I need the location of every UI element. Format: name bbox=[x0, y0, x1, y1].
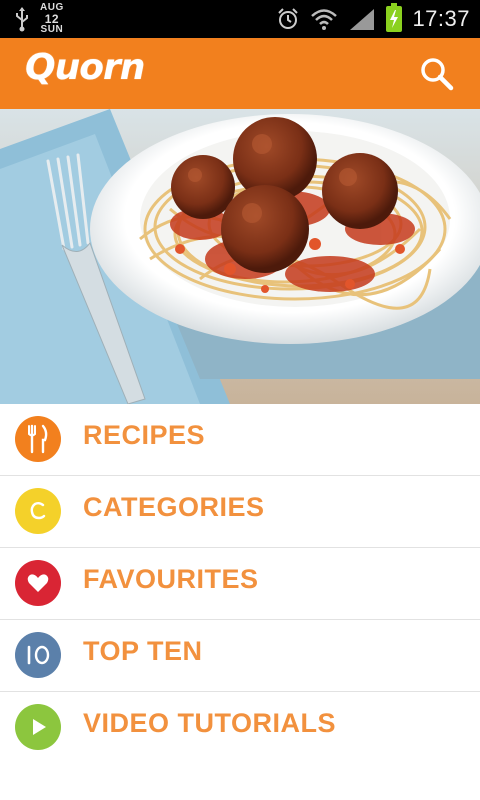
quorn-logo: Quorn bbox=[25, 47, 145, 88]
menu-item-categories[interactable]: CATEGORIES bbox=[0, 476, 480, 548]
menu-item-recipes[interactable]: RECIPES bbox=[0, 404, 480, 476]
date-weekday: SUN bbox=[40, 24, 64, 35]
menu-label-categories: CATEGORIES bbox=[83, 492, 265, 522]
usb-icon bbox=[16, 7, 28, 32]
wifi-icon bbox=[311, 9, 338, 30]
signal-icon bbox=[350, 9, 375, 30]
search-button[interactable] bbox=[418, 55, 456, 93]
spaghetti-and-meatballs-photo bbox=[0, 109, 480, 404]
menu-item-top-ten[interactable]: TOP TEN bbox=[0, 620, 480, 692]
status-right: 17:37 bbox=[276, 0, 470, 38]
menu-label-video-tutorials: VIDEO TUTORIALS bbox=[83, 708, 337, 738]
menu-label-recipes: RECIPES bbox=[83, 420, 206, 450]
status-bar: AUG 12 SUN 17:37 bbox=[0, 0, 480, 38]
menu-label-favourites: FAVOURITES bbox=[83, 564, 259, 594]
c-letter-icon bbox=[15, 488, 61, 534]
menu-item-favourites[interactable]: FAVOURITES bbox=[0, 548, 480, 620]
fork-knife-icon bbox=[15, 416, 61, 462]
status-left: AUG 12 SUN bbox=[14, 2, 64, 36]
heart-icon bbox=[15, 560, 61, 606]
app-bar: Quorn bbox=[0, 38, 480, 109]
status-time: 17:37 bbox=[412, 6, 470, 31]
search-icon bbox=[421, 58, 454, 91]
alarm-icon bbox=[278, 8, 299, 29]
date-widget: AUG 12 SUN bbox=[40, 3, 64, 35]
menu-label-top-ten: TOP TEN bbox=[83, 636, 203, 666]
hero-image bbox=[0, 109, 480, 404]
main-menu: RECIPES CATEGORIES FAVOURITES TOP TEN VI… bbox=[0, 404, 480, 763]
ten-icon bbox=[15, 632, 61, 678]
play-icon bbox=[15, 704, 61, 750]
menu-item-video-tutorials[interactable]: VIDEO TUTORIALS bbox=[0, 692, 480, 763]
battery-charging-icon bbox=[386, 3, 403, 32]
